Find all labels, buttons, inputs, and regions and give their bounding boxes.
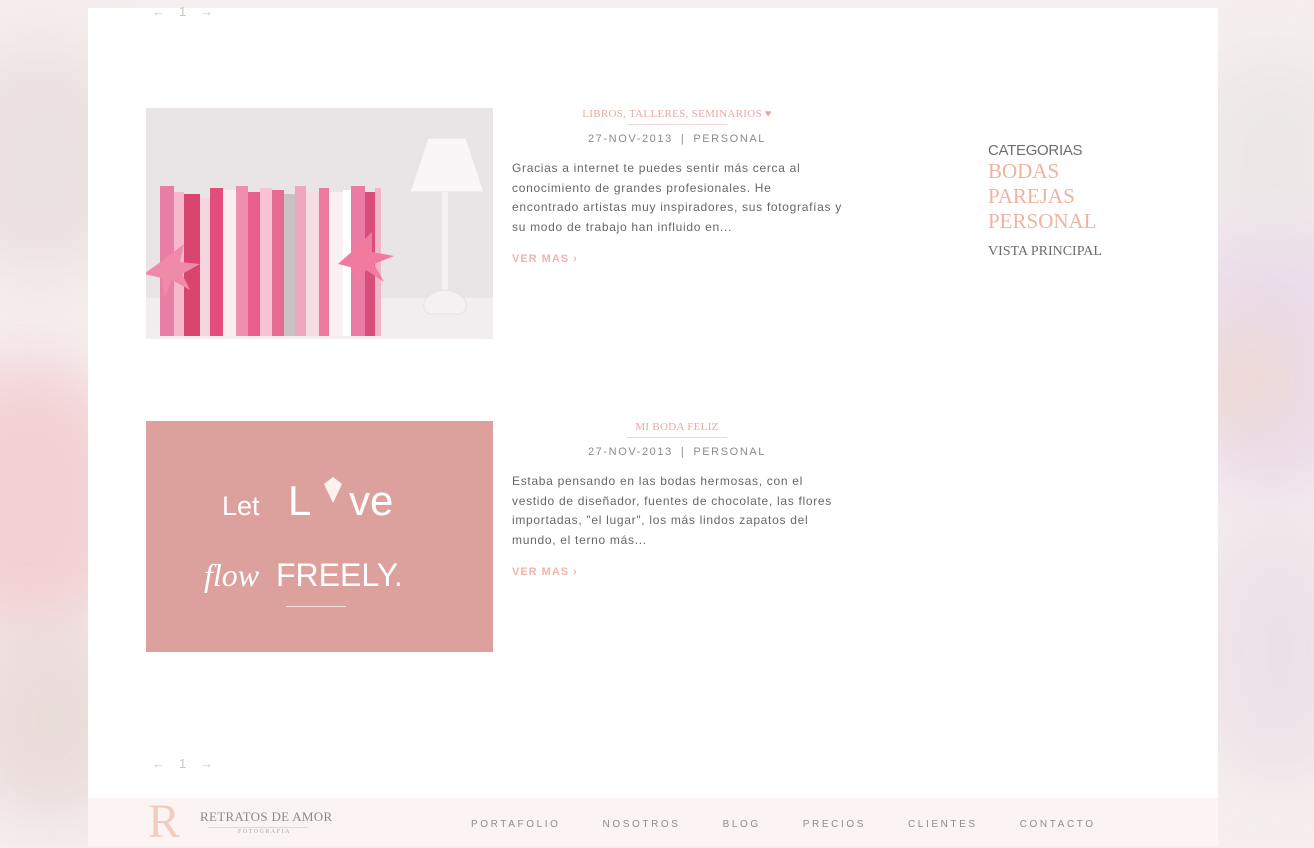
image-text-flow: flow — [204, 557, 260, 593]
post-date: 27-NOV-2013 — [587, 133, 673, 145]
post-2-excerpt: Estaba pensando en las bodas hermosas, c… — [512, 474, 832, 547]
image-text-love-l: L — [288, 477, 311, 524]
post-date: 27-NOV-2013 — [587, 446, 673, 458]
image-text-love-ve: ve — [349, 477, 393, 524]
content-panel: ← 1 → LIBROS, TALLERES, SEMINARIOS ♥ 27-… — [88, 4, 1218, 798]
nav-precios[interactable]: PRECIOS — [803, 819, 866, 830]
nav-portafolio[interactable]: PORTAFOLIO — [471, 819, 561, 830]
post-2: MI BODA FELIZ 27-NOV-2013 | PERSONAL Estab… — [512, 421, 842, 580]
post-category[interactable]: PERSONAL — [693, 133, 766, 145]
post-1: LIBROS, TALLERES, SEMINARIOS ♥ 27-NOV-20… — [512, 108, 842, 267]
nav-clientes[interactable]: CLIENTES — [908, 819, 978, 830]
pagination-bottom: ← 1 → — [152, 756, 213, 771]
post-1-meta: 27-NOV-2013 | PERSONAL — [512, 133, 842, 145]
prev-page-arrow[interactable]: ← — [152, 4, 165, 19]
main-nav: PORTAFOLIO NOSOTROS BLOG PRECIOS CLIENTE… — [471, 819, 1138, 830]
image-text-freely: FREELY. — [276, 557, 403, 593]
meta-separator: | — [680, 133, 686, 145]
sidebar: CATEGORIAS BODAS PAREJAS PERSONAL VISTA … — [988, 142, 1188, 260]
category-link-bodas[interactable]: BODAS — [988, 159, 1188, 184]
post-1-excerpt: Gracias a internet te puedes sentir más … — [512, 161, 842, 234]
category-link-personal[interactable]: PERSONAL — [988, 209, 1188, 234]
nav-contacto[interactable]: CONTACTO — [1020, 819, 1096, 830]
prev-page-arrow[interactable]: ← — [152, 756, 165, 771]
post-category[interactable]: PERSONAL — [693, 446, 766, 458]
post-2-image[interactable]: Let L ve flow FREELY. — [146, 421, 493, 652]
pagination-top: ← 1 → — [152, 4, 213, 19]
page-number[interactable]: 1 — [179, 4, 186, 19]
post-1-image[interactable] — [146, 108, 493, 339]
post-2-meta: 27-NOV-2013 | PERSONAL — [512, 446, 842, 458]
title-divider — [627, 437, 727, 438]
logo-letter: R — [148, 795, 181, 848]
category-link-parejas[interactable]: PAREJAS — [988, 184, 1188, 209]
post-1-title[interactable]: LIBROS, TALLERES, SEMINARIOS ♥ — [512, 108, 842, 120]
next-page-arrow[interactable]: → — [200, 4, 213, 19]
next-page-arrow[interactable]: → — [200, 756, 213, 771]
meta-separator: | — [680, 446, 686, 458]
logo-divider — [208, 827, 308, 828]
image-text-let: Let — [222, 491, 260, 521]
logo-subtitle: FOTOGRAFIA — [238, 829, 291, 835]
nav-blog[interactable]: BLOG — [723, 819, 761, 830]
title-divider — [627, 124, 727, 125]
categories-heading: CATEGORIAS — [988, 142, 1083, 159]
page-number[interactable]: 1 — [179, 756, 186, 771]
site-logo[interactable]: R RETRATOS DE AMOR FOTOGRAFIA — [148, 795, 368, 848]
logo-name: RETRATOS DE AMOR — [200, 809, 333, 824]
read-more-link[interactable]: VER MAS › — [512, 253, 578, 265]
read-more-link[interactable]: VER MAS › — [512, 566, 578, 578]
nav-nosotros[interactable]: NOSOTROS — [603, 819, 681, 830]
main-view-link[interactable]: VISTA PRINCIPAL — [988, 244, 1188, 260]
footer-bar: R RETRATOS DE AMOR FOTOGRAFIA PORTAFOLIO… — [88, 798, 1218, 846]
post-2-title[interactable]: MI BODA FELIZ — [512, 421, 842, 433]
